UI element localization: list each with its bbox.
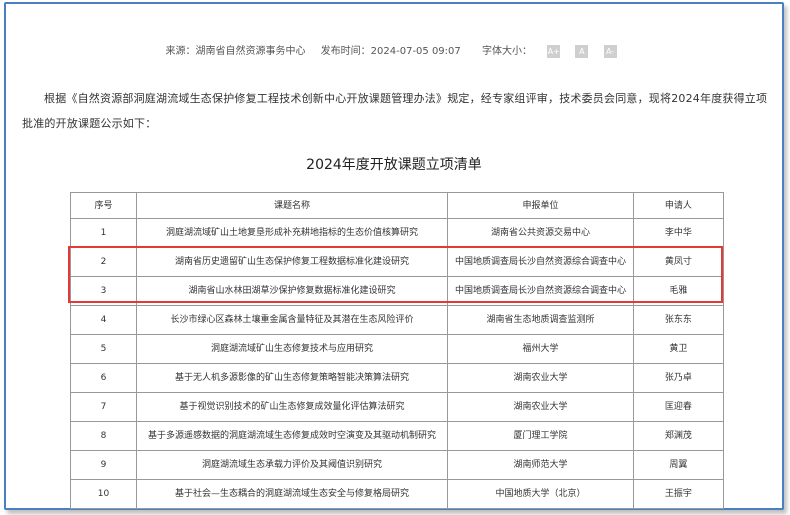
- cell-title: 基于多源遥感数据的洞庭湖流域生态修复成效时空演变及其驱动机制研究: [135, 421, 449, 451]
- cell-index: 7: [70, 392, 137, 422]
- cell-index: 5: [70, 334, 137, 364]
- publish-time: 发布时间：2024-07-05 09:07: [320, 46, 461, 57]
- cell-index: 1: [70, 218, 137, 248]
- cell-applicant: 黄凤寸: [632, 247, 725, 277]
- cell-index: 10: [70, 479, 137, 509]
- cell-applicant: 周翼: [632, 450, 725, 480]
- cell-index: 9: [70, 450, 137, 480]
- header-index: 序号: [70, 192, 137, 219]
- header-unit: 申报单位: [447, 192, 634, 219]
- cell-title: 洞庭湖流域生态承载力评价及其阈值识别研究: [135, 450, 449, 480]
- intro-paragraph: 根据《自然资源部洞庭湖流域生态保护修复工程技术创新中心开放课题管理办法》规定，经…: [22, 92, 768, 130]
- table-row: 6 基于无人机多源影像的矿山生态修复策略智能决策算法研究 湖南农业大学 张乃卓: [70, 363, 725, 393]
- cell-index: 6: [70, 363, 137, 393]
- cell-title: 基于社会—生态耦合的洞庭湖流域生态安全与修复格局研究: [135, 479, 449, 509]
- cell-title: 基于视觉识别技术的矿山生态修复成效量化评估算法研究: [135, 392, 449, 422]
- cell-applicant: 郑渊茂: [632, 421, 725, 451]
- cell-applicant: 李中华: [632, 218, 725, 248]
- table-row: 4 长沙市绿心区森林土壤重金属含量特征及其潜在生态风险评价 湖南省生态地质调查监测所…: [70, 305, 725, 335]
- cell-index: 2: [70, 247, 137, 277]
- table-row: 9 洞庭湖流域生态承载力评价及其阈值识别研究 湖南师范大学 周翼: [70, 450, 725, 480]
- table-header-row: 序号 课题名称 申报单位 申请人: [70, 192, 725, 219]
- cell-index: 8: [70, 421, 137, 451]
- cell-applicant: 黄卫: [632, 334, 725, 364]
- table-row: 8 基于多源遥感数据的洞庭湖流域生态修复成效时空演变及其驱动机制研究 厦门理工学院郑…: [70, 421, 725, 451]
- cell-applicant: 张东东: [632, 305, 725, 335]
- cell-applicant: 张乃卓: [632, 363, 725, 393]
- cell-title: 湖南省历史遗留矿山生态保护修复工程数据标准化建设研究: [135, 247, 449, 277]
- cell-unit: 湖南省生态地质调查监测所: [447, 305, 634, 335]
- cell-unit: 中国地质调查局长沙自然资源综合调查中心: [447, 247, 634, 277]
- cell-title: 洞庭湖流域矿山生态修复技术与应用研究: [135, 334, 449, 364]
- cell-index: 4: [70, 305, 137, 335]
- table-row: 3 湖南省山水林田湖草沙保护修复数据标准化建设研究 中国地质调查局长沙自然资源综合调…: [70, 276, 725, 306]
- table-row: 10 基于社会—生态耦合的洞庭湖流域生态安全与修复格局研究 中国地质大学（北京） 王振…: [70, 479, 725, 509]
- cell-title: 洞庭湖流域矿山土地复垦形成补充耕地指标的生态价值核算研究: [135, 218, 449, 248]
- cell-unit: 福州大学: [447, 334, 634, 364]
- cell-title: 湖南省山水林田湖草沙保护修复数据标准化建设研究: [135, 276, 449, 306]
- font-normal-button[interactable]: A: [575, 44, 589, 58]
- cell-index: 3: [70, 276, 137, 306]
- font-size-control: 字体大小： A+ A A-: [476, 44, 623, 58]
- table-title: 2024年度开放课题立项清单: [306, 157, 482, 173]
- cell-unit: 湖南农业大学: [447, 392, 634, 422]
- cell-applicant: 毛雅: [632, 276, 725, 306]
- table-row: 5 洞庭湖流域矿山生态修复技术与应用研究 福州大学 黄卫: [70, 334, 725, 364]
- font-size-label: 字体大小：: [481, 46, 532, 57]
- article-meta: 来源：湖南省自然资源事务中心 发布时间：2024-07-05 09:07 字体大…: [6, 42, 782, 58]
- font-increase-button[interactable]: A+: [547, 44, 561, 58]
- cell-applicant: 王振宇: [632, 479, 725, 509]
- cell-applicant: 匡迎春: [632, 392, 725, 422]
- cell-unit: 厦门理工学院: [447, 421, 634, 451]
- cell-unit: 湖南省公共资源交易中心: [447, 218, 634, 248]
- cell-title: 长沙市绿心区森林土壤重金属含量特征及其潜在生态风险评价: [135, 305, 449, 335]
- project-table: 序号 课题名称 申报单位 申请人 1 洞庭湖流域矿山土地复垦形成补充耕地指标的生态…: [70, 192, 725, 509]
- header-title: 课题名称: [135, 192, 449, 219]
- header-applicant: 申请人: [632, 192, 725, 219]
- cell-unit: 中国地质大学（北京）: [447, 479, 634, 509]
- font-decrease-button[interactable]: A-: [603, 44, 617, 58]
- cell-title: 基于无人机多源影像的矿山生态修复策略智能决策算法研究: [135, 363, 449, 393]
- table-row: 2 湖南省历史遗留矿山生态保护修复工程数据标准化建设研究 中国地质调查局长沙自然资源…: [70, 247, 725, 277]
- cell-unit: 中国地质调查局长沙自然资源综合调查中心: [447, 276, 634, 306]
- cell-unit: 湖南农业大学: [447, 363, 634, 393]
- table-row: 1 洞庭湖流域矿山土地复垦形成补充耕地指标的生态价值核算研究 湖南省公共资源交易中心…: [70, 218, 725, 248]
- cell-unit: 湖南师范大学: [447, 450, 634, 480]
- source-label: 来源：湖南省自然资源事务中心: [165, 46, 306, 57]
- table-row: 7 基于视觉识别技术的矿山生态修复成效量化评估算法研究 湖南农业大学 匡迎春: [70, 392, 725, 422]
